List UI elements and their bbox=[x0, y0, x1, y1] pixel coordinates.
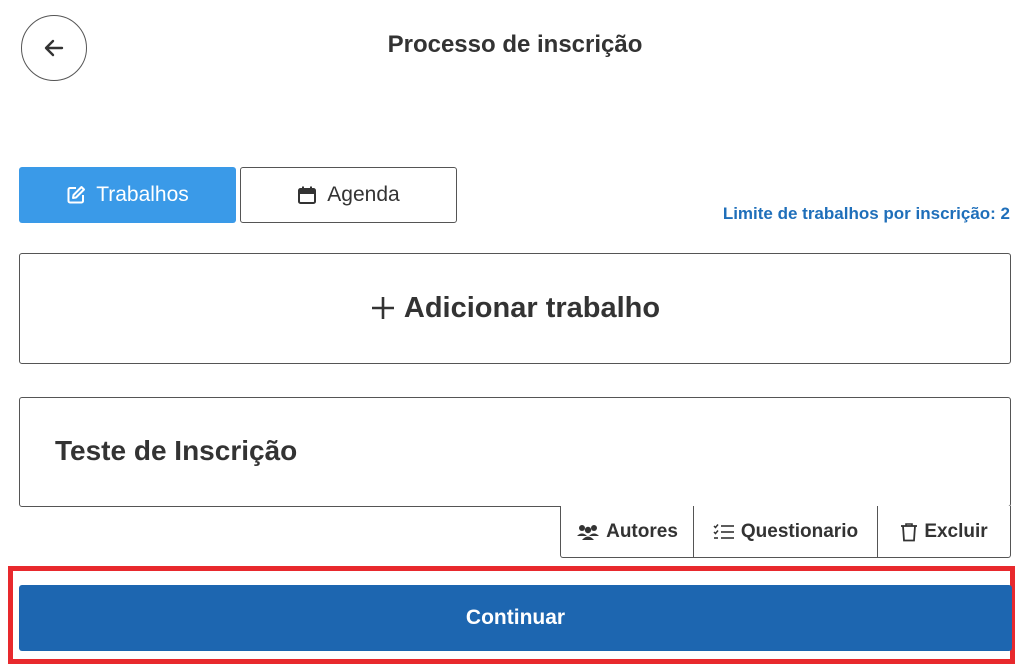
tab-agenda[interactable]: Agenda bbox=[240, 167, 457, 223]
work-item-title: Teste de Inscrição bbox=[55, 435, 298, 466]
edit-icon bbox=[66, 185, 86, 205]
calendar-icon bbox=[297, 185, 317, 205]
delete-button-label: Excluir bbox=[924, 520, 988, 542]
authors-button[interactable]: Autores bbox=[560, 506, 694, 558]
limit-text: Limite de trabalhos por inscrição: 2 bbox=[722, 204, 1010, 223]
continue-button[interactable]: Continuar bbox=[19, 585, 1012, 651]
users-icon bbox=[576, 523, 600, 541]
questionnaire-button-label: Questionario bbox=[740, 520, 859, 542]
questionnaire-button[interactable]: Questionario bbox=[694, 506, 878, 558]
work-item-card: Teste de Inscrição bbox=[19, 397, 1011, 507]
authors-button-label: Autores bbox=[606, 520, 678, 542]
tab-trabalhos-label: Trabalhos bbox=[96, 183, 189, 206]
tab-trabalhos[interactable]: Trabalhos bbox=[19, 167, 236, 223]
delete-button[interactable]: Excluir bbox=[878, 506, 1011, 558]
plus-icon bbox=[370, 291, 396, 327]
page-title: Processo de inscrição bbox=[387, 31, 643, 58]
add-work-label: Adicionar trabalho bbox=[403, 292, 661, 324]
tab-agenda-label: Agenda bbox=[327, 183, 400, 206]
checklist-icon bbox=[713, 523, 735, 541]
trash-icon bbox=[900, 522, 918, 542]
continue-button-label: Continuar bbox=[465, 606, 566, 629]
work-item-actions: Autores Questionario Excluir bbox=[560, 506, 1011, 558]
add-work-button[interactable]: Adicionar trabalho bbox=[19, 253, 1011, 364]
